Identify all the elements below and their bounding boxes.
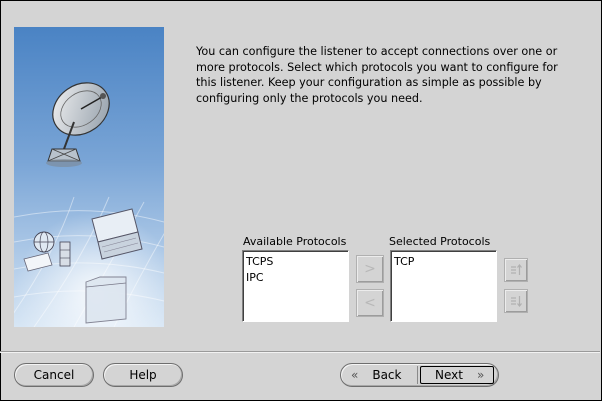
chevron-right-icon: > <box>364 261 376 277</box>
wizard-navigation: « Back Next » <box>340 363 499 387</box>
selected-protocols-list[interactable]: TCP <box>390 250 497 322</box>
chevron-left-icon: < <box>364 295 376 311</box>
help-label: Help <box>129 368 157 382</box>
next-button[interactable]: Next » <box>418 364 498 386</box>
back-button[interactable]: « Back <box>341 364 418 386</box>
move-left-button[interactable]: < <box>356 289 384 317</box>
instructions-text: You can configure the listener to accept… <box>196 45 558 105</box>
list-item[interactable]: TCPS <box>243 254 348 270</box>
move-down-icon <box>511 296 522 307</box>
list-item[interactable]: TCP <box>391 254 496 270</box>
list-item[interactable]: IPC <box>243 270 348 286</box>
available-protocols-list[interactable]: TCPS IPC <box>242 250 349 322</box>
move-down-button[interactable] <box>504 289 528 313</box>
cancel-label: Cancel <box>33 368 75 382</box>
available-protocols-label: Available Protocols <box>243 235 347 248</box>
help-button[interactable]: Help <box>103 363 183 387</box>
cancel-button[interactable]: Cancel <box>14 363 94 387</box>
chevron-double-right-icon: » <box>476 368 485 382</box>
move-up-button[interactable] <box>504 258 528 282</box>
move-up-icon <box>511 264 522 275</box>
wizard-illustration <box>14 27 164 327</box>
next-label: Next <box>435 368 463 382</box>
satellite-dish-illustration <box>14 27 164 327</box>
back-label: Back <box>372 368 402 382</box>
selected-protocols-label: Selected Protocols <box>389 235 491 248</box>
footer-divider <box>0 351 600 353</box>
move-right-button[interactable]: > <box>356 255 384 283</box>
chevron-double-left-icon: « <box>351 368 359 382</box>
